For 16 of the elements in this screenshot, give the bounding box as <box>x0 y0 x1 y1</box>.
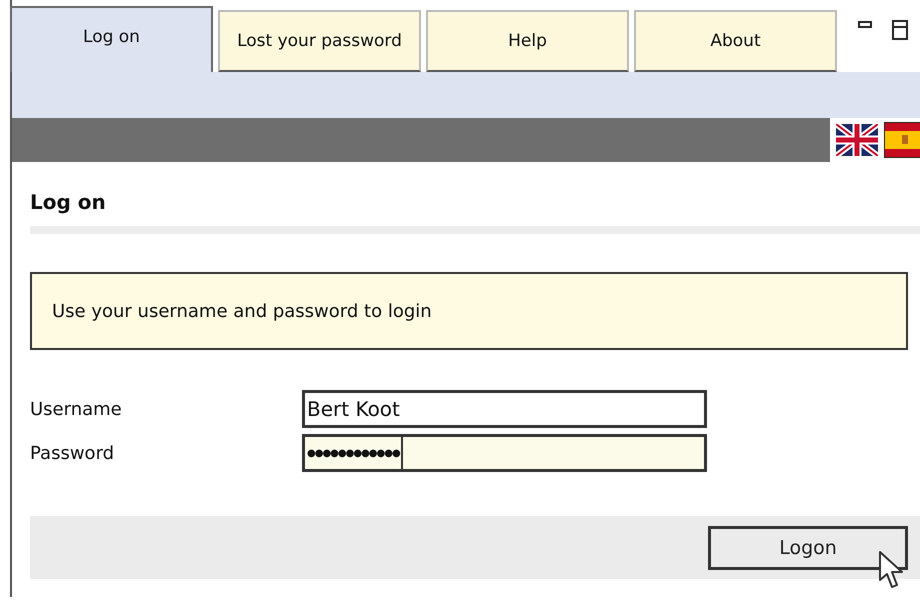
minimize-icon[interactable] <box>858 20 872 30</box>
logon-button[interactable]: Logon <box>708 526 908 570</box>
password-field[interactable]: ●●●●●●●●●●●● <box>302 434 707 472</box>
flag-icon[interactable] <box>884 122 920 158</box>
maximize-icon[interactable] <box>892 20 908 40</box>
page-heading: Log on <box>30 190 107 214</box>
flag-icon[interactable] <box>836 124 878 156</box>
tab[interactable]: Lost your password <box>218 10 421 72</box>
tab[interactable]: Help <box>426 10 629 72</box>
tab[interactable]: About <box>634 10 837 72</box>
info-message: Use your username and password to login <box>30 272 908 350</box>
tab[interactable]: Log on <box>10 6 213 72</box>
field-label: Password <box>30 442 116 464</box>
cursor-icon <box>878 550 906 590</box>
field-label: Username <box>30 398 123 420</box>
username-field[interactable]: Bert Koot <box>302 390 707 428</box>
